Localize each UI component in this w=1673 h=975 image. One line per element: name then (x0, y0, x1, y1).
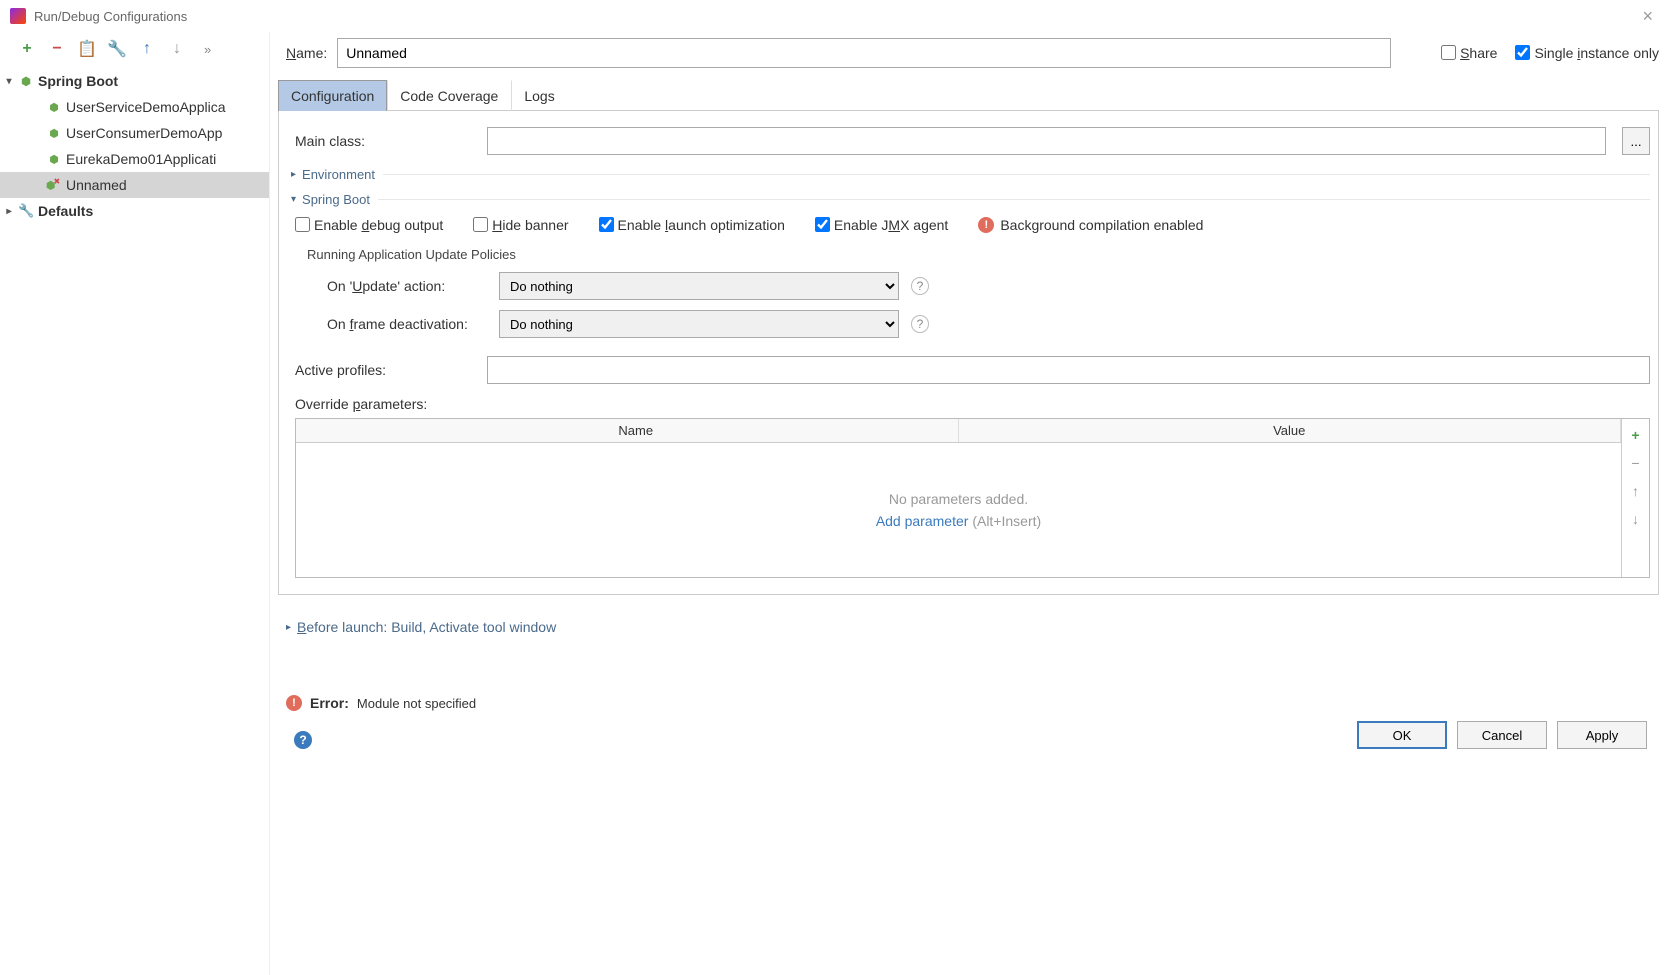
name-label: Name: (278, 45, 327, 61)
chevron-down-icon[interactable]: ▾ (0, 76, 18, 87)
close-icon[interactable]: × (1632, 6, 1663, 27)
sidebar-toolbar: + − 📋 🔧 ↑ ↓ » (0, 32, 269, 66)
tab-code-coverage[interactable]: Code Coverage (387, 80, 511, 111)
hide-banner-checkbox[interactable]: Hide banner (473, 217, 568, 233)
tabs: Configuration Code Coverage Logs (278, 80, 1659, 111)
col-name[interactable]: Name (296, 419, 959, 442)
on-update-label: On 'Update' action: (327, 278, 487, 294)
tree-label: UserConsumerDemoApp (66, 125, 222, 141)
override-params-table: Name Value No parameters added. Add para… (295, 418, 1650, 578)
cancel-button[interactable]: Cancel (1457, 721, 1547, 749)
spring-icon: ⬢ (46, 125, 62, 141)
spring-boot-section[interactable]: ▾ Spring Boot (291, 192, 1650, 207)
tree-label: EurekaDemo01Applicati (66, 151, 216, 167)
tree-item[interactable]: ⬢ UserConsumerDemoApp (0, 120, 269, 146)
browse-main-class-button[interactable]: ... (1622, 127, 1650, 155)
tree-label: Spring Boot (38, 73, 118, 89)
expand-toolbar-icon[interactable]: » (204, 42, 211, 57)
ok-button[interactable]: OK (1357, 721, 1447, 749)
tree-item[interactable]: ⬢ UserServiceDemoApplica (0, 94, 269, 120)
share-checkbox[interactable]: Share (1441, 45, 1497, 61)
sidebar: + − 📋 🔧 ↑ ↓ » ▾ ⬢ Spring Boot ⬢ UserServ… (0, 32, 270, 975)
tree-label: Defaults (38, 203, 93, 219)
empty-params-text: No parameters added. (889, 491, 1028, 507)
move-down-icon[interactable]: ↓ (166, 38, 188, 60)
chevron-down-icon: ▾ (291, 194, 296, 205)
on-update-select[interactable]: Do nothing (499, 272, 899, 300)
window-title: Run/Debug Configurations (34, 9, 187, 24)
tree-item[interactable]: ⬢ EurekaDemo01Applicati (0, 146, 269, 172)
tree-item-unnamed[interactable]: ⬢ Unnamed (0, 172, 269, 198)
help-button[interactable]: ? (294, 731, 312, 749)
config-panel: Main class: ... ▸ Environment ▾ Spring B… (278, 111, 1659, 595)
spring-icon: ⬢ (46, 99, 62, 115)
param-up-icon[interactable]: ↑ (1627, 483, 1645, 501)
section-label: Spring Boot (302, 192, 370, 207)
title-bar: Run/Debug Configurations × (0, 0, 1673, 32)
on-frame-label: On frame deactivation: (327, 316, 487, 332)
tree-label: UserServiceDemoApplica (66, 99, 226, 115)
edit-defaults-icon[interactable]: 🔧 (106, 38, 128, 60)
error-message: Module not specified (357, 696, 476, 711)
chevron-right-icon[interactable]: ▸ (0, 206, 18, 217)
chevron-right-icon: ▸ (291, 169, 296, 180)
param-down-icon[interactable]: ↓ (1627, 511, 1645, 529)
app-icon (10, 8, 26, 24)
apply-button[interactable]: Apply (1557, 721, 1647, 749)
tab-logs[interactable]: Logs (511, 80, 567, 111)
add-config-icon[interactable]: + (16, 38, 38, 60)
tree-node-spring-boot[interactable]: ▾ ⬢ Spring Boot (0, 68, 269, 94)
main-class-label: Main class: (295, 133, 475, 149)
enable-jmx-checkbox[interactable]: Enable JMX agent (815, 217, 948, 233)
spring-icon: ⬢ (18, 73, 34, 89)
col-value[interactable]: Value (959, 419, 1622, 442)
config-tree: ▾ ⬢ Spring Boot ⬢ UserServiceDemoApplica… (0, 66, 269, 224)
error-label: Error: (310, 695, 349, 711)
spring-icon: ⬢ (46, 151, 62, 167)
chevron-right-icon: ▸ (286, 622, 291, 633)
active-profiles-label: Active profiles: (295, 362, 475, 378)
content-area: Name: Share Single instance only Configu… (270, 32, 1673, 975)
error-icon: ! (286, 695, 302, 711)
tab-configuration[interactable]: Configuration (278, 80, 387, 111)
help-icon[interactable]: ? (911, 315, 929, 333)
override-params-label: Override parameters: (295, 396, 1650, 412)
enable-launch-checkbox[interactable]: Enable launch optimization (599, 217, 785, 233)
name-input[interactable] (337, 38, 1391, 68)
bg-compilation-warning: ! Background compilation enabled (978, 217, 1203, 233)
tree-label: Unnamed (66, 177, 127, 193)
enable-debug-checkbox[interactable]: Enable debug output (295, 217, 443, 233)
param-add-icon[interactable]: + (1627, 427, 1645, 445)
on-frame-select[interactable]: Do nothing (499, 310, 899, 338)
copy-config-icon[interactable]: 📋 (76, 38, 98, 60)
single-instance-checkbox[interactable]: Single instance only (1515, 45, 1659, 61)
environment-section[interactable]: ▸ Environment (291, 167, 1650, 182)
before-launch-section[interactable]: ▸ Before launch: Build, Activate tool wi… (286, 619, 1659, 635)
wrench-icon: 🔧 (18, 203, 34, 219)
warning-icon: ! (978, 217, 994, 233)
section-label: Environment (302, 167, 375, 182)
main-class-input[interactable] (487, 127, 1606, 155)
active-profiles-input[interactable] (487, 356, 1650, 384)
remove-config-icon[interactable]: − (46, 38, 68, 60)
spring-error-icon: ⬢ (46, 177, 62, 193)
tree-node-defaults[interactable]: ▸ 🔧 Defaults (0, 198, 269, 224)
policies-label: Running Application Update Policies (287, 247, 1650, 262)
add-param-link[interactable]: Add parameter (Alt+Insert) (876, 513, 1041, 529)
error-row: ! Error: Module not specified (286, 695, 1659, 711)
param-remove-icon[interactable]: − (1627, 455, 1645, 473)
help-icon[interactable]: ? (911, 277, 929, 295)
move-up-icon[interactable]: ↑ (136, 38, 158, 60)
